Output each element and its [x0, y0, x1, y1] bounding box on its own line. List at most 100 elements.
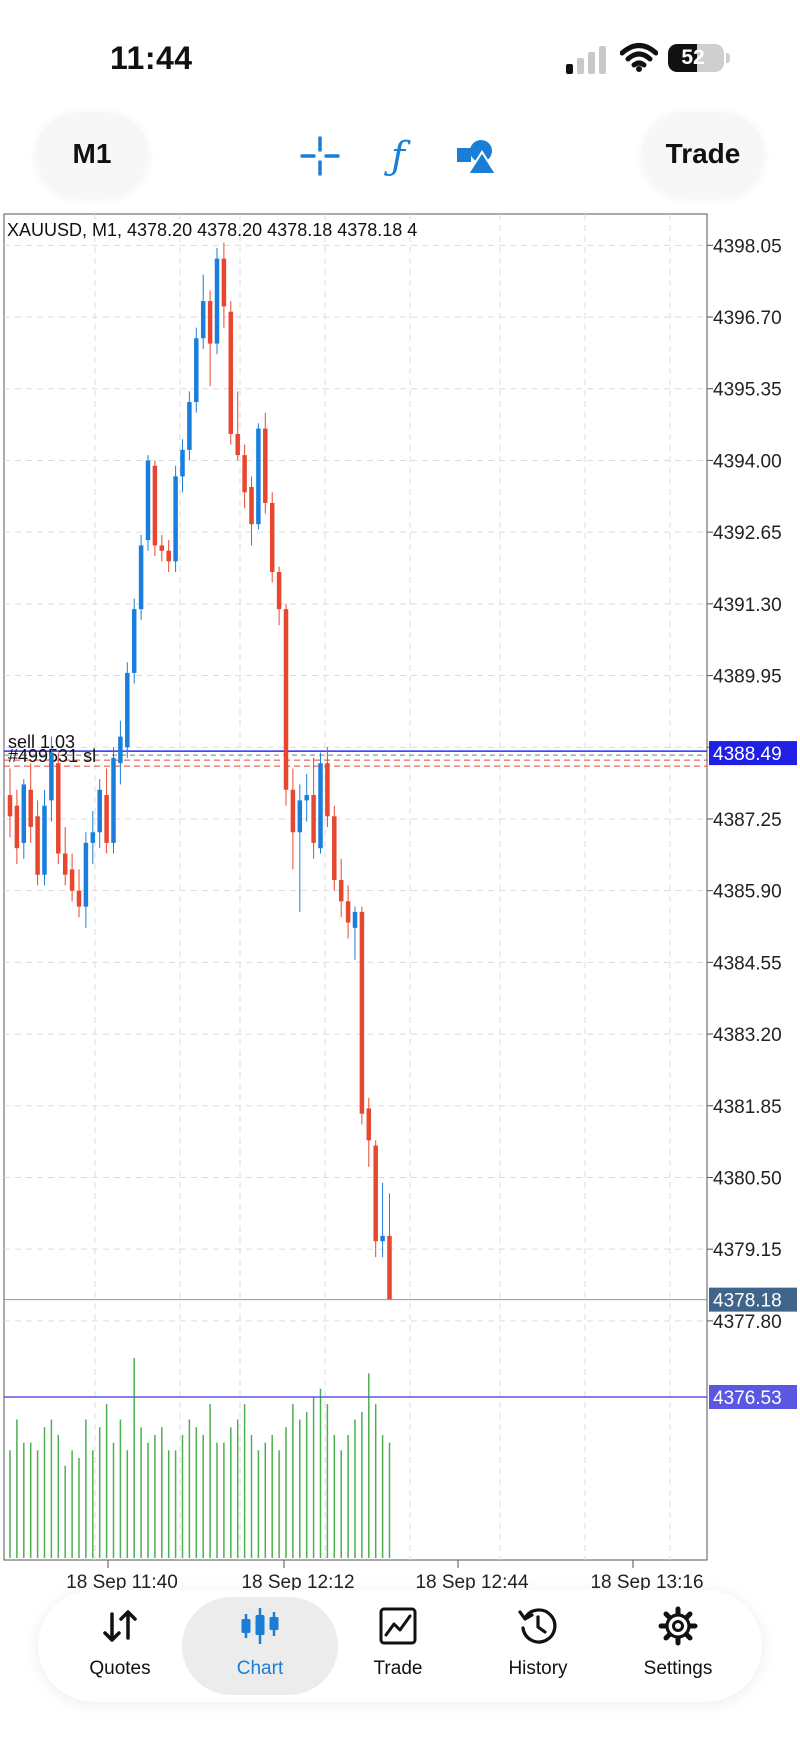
y-tick-label: 4383.20 — [713, 1025, 782, 1046]
candle-body — [69, 869, 75, 891]
candle-body — [28, 789, 33, 827]
candle-body — [173, 476, 178, 562]
candle-body — [214, 258, 220, 344]
candle-body — [42, 805, 47, 875]
candle-body — [352, 911, 358, 928]
nav-trade-label: Trade — [373, 1658, 423, 1679]
y-tick-label: 4396.70 — [713, 308, 782, 329]
candle-body — [125, 672, 130, 748]
history-icon — [518, 1608, 557, 1644]
y-tick-label: 4398.05 — [713, 236, 782, 257]
candle-body — [166, 550, 171, 562]
candle-body — [263, 428, 268, 503]
battery-percent: 52 — [681, 46, 705, 69]
candle-body — [325, 763, 330, 817]
candle-body — [111, 757, 116, 843]
candle-body — [332, 816, 337, 881]
candle-body — [235, 433, 240, 456]
candle-body — [159, 545, 165, 551]
y-tick-label: 4391.30 — [713, 595, 782, 616]
candle-body — [62, 853, 68, 875]
crosshair-icon[interactable] — [300, 136, 340, 176]
status-bar: 11:44 52 — [0, 0, 800, 110]
candle-body — [338, 880, 344, 902]
y-tick-label: 4392.65 — [713, 523, 782, 544]
bottom-navigation: Quotes Chart Trade History Settings — [38, 1590, 762, 1702]
candle-body — [76, 890, 82, 907]
trade-chart-icon — [379, 1607, 417, 1645]
y-tick-label: 4395.35 — [713, 380, 782, 401]
candle-body — [118, 736, 123, 764]
candle-body — [104, 795, 109, 843]
candle-body — [366, 1108, 372, 1141]
nav-chart-label: Chart — [236, 1658, 284, 1679]
nav-settings[interactable]: Settings — [608, 1590, 748, 1702]
price-label: 4376.53 — [713, 1388, 782, 1409]
y-tick-label: 4384.55 — [713, 953, 782, 974]
y-tick-label: 4389.95 — [713, 667, 782, 688]
candle-body — [311, 795, 316, 843]
chart-title: XAUUSD, M1, 4378.20 4378.20 4378.18 4378… — [7, 220, 418, 240]
price-label: 4378.18 — [713, 1291, 782, 1312]
candle-body — [373, 1145, 378, 1242]
candle-body — [56, 763, 61, 854]
nav-chart[interactable]: Chart — [190, 1590, 330, 1702]
candle-body — [387, 1235, 392, 1300]
y-tick-label: 4377.80 — [713, 1312, 782, 1333]
candle-body — [207, 301, 213, 344]
candle-body — [131, 609, 137, 673]
candle-body — [90, 832, 96, 843]
candle-body — [276, 571, 282, 610]
quotes-icon — [103, 1610, 137, 1642]
candle-body — [180, 449, 185, 477]
nav-settings-label: Settings — [643, 1658, 713, 1679]
candle-body — [269, 502, 275, 572]
candle-body — [345, 901, 351, 923]
trade-button[interactable]: Trade — [642, 112, 764, 196]
candle-body — [318, 763, 323, 849]
price-label: 4388.49 — [713, 744, 782, 765]
y-tick-label: 4394.00 — [713, 451, 782, 472]
nav-trade[interactable]: Trade — [328, 1590, 468, 1702]
y-tick-label: 4385.90 — [713, 882, 782, 903]
y-tick-label: 4379.15 — [713, 1240, 782, 1261]
candle-body — [380, 1235, 385, 1242]
nav-history[interactable]: History — [468, 1590, 608, 1702]
status-time: 11:44 — [110, 40, 193, 76]
candle-body — [35, 816, 40, 875]
candle-body — [14, 805, 20, 849]
candle-body — [242, 455, 247, 493]
function-icon[interactable]: ƒ — [378, 136, 418, 176]
candle-body — [152, 465, 158, 546]
candle-body — [359, 911, 365, 1114]
timeframe-button[interactable]: M1 — [36, 112, 148, 196]
chart-frame — [3, 213, 708, 1561]
candle-body — [49, 752, 54, 801]
candle-body — [221, 258, 227, 307]
wifi-icon — [620, 43, 658, 72]
nav-quotes-label: Quotes — [89, 1658, 151, 1679]
candle-body — [97, 789, 102, 833]
y-tick-label: 4380.50 — [713, 1168, 782, 1189]
candle-body — [290, 789, 296, 833]
candle-body — [200, 301, 206, 339]
candle-body — [249, 487, 254, 525]
candle-body — [138, 545, 144, 610]
chart-candles-icon — [241, 1608, 279, 1644]
candle-body — [21, 784, 27, 843]
y-tick-label: 4387.25 — [713, 810, 782, 831]
nav-history-label: History — [508, 1658, 568, 1679]
candle-body — [256, 428, 261, 525]
nav-quotes[interactable]: Quotes — [50, 1590, 190, 1702]
cellular-signal-icon — [566, 46, 606, 74]
x-tick-label: 18 Sep 12:44 — [415, 1572, 528, 1590]
candle-body — [7, 795, 13, 817]
chart-canvas[interactable]: 4398.05 4396.70 4395.35 4394.00 4392.65 4391.… — [0, 210, 800, 1590]
candle-body — [228, 311, 234, 434]
candle-body — [304, 795, 309, 801]
settings-gear-icon — [658, 1606, 698, 1646]
price-chart[interactable]: 4398.05 4396.70 4395.35 4394.00 4392.65 4391.… — [0, 210, 800, 1590]
objects-icon[interactable] — [456, 136, 496, 176]
candle-body — [145, 460, 151, 541]
x-tick-label: 18 Sep 12:12 — [241, 1572, 354, 1590]
